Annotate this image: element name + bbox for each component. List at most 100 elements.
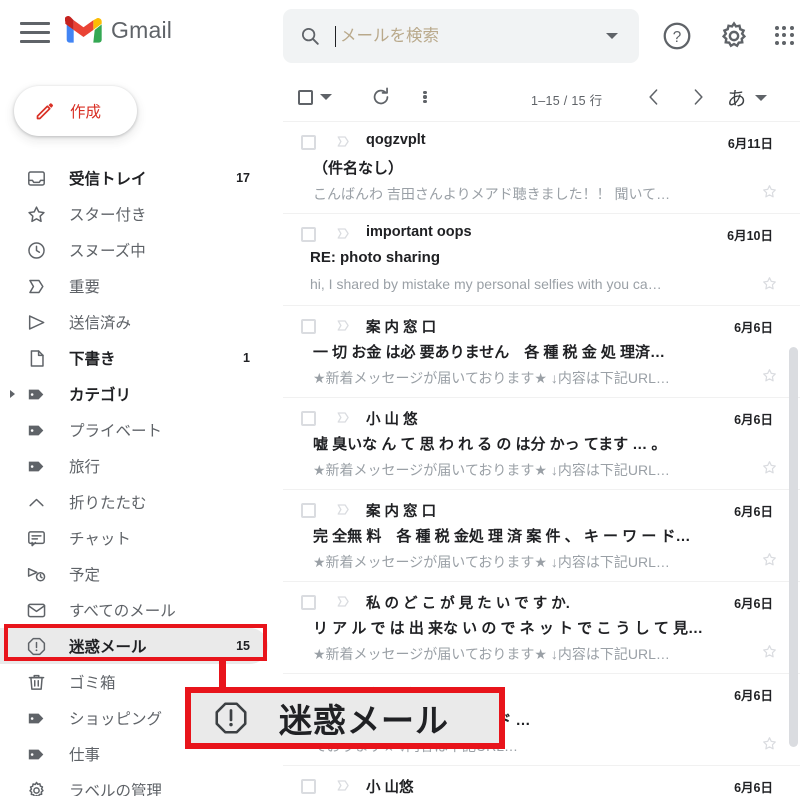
mail-row[interactable]: important oops 6月10日 RE: photo sharing hi, … [283,214,800,306]
sidebar-item-9[interactable]: 折りたたむ [0,484,268,520]
important-marker-icon[interactable] [335,593,352,610]
row-checkbox[interactable] [301,779,316,794]
vertical-scrollbar[interactable] [789,347,798,747]
settings-gear-icon[interactable] [718,20,750,52]
star-icon[interactable] [761,643,778,660]
row-snippet: こんばんわ 吉田さんよりメアド聴きました！！ 聞いて… [313,186,671,202]
compose-label: 作成 [70,104,102,121]
row-checkbox[interactable] [301,135,316,150]
mail-row[interactable]: 私 の ど こ が 見 た い で す か. 6月6日リ ア ル で は 出 来な… [283,582,800,674]
row-checkbox[interactable] [301,595,316,610]
annotation-callout-label: 迷惑メール [279,702,449,739]
star-icon [26,204,47,225]
pencil-icon [36,102,54,119]
row-subject: 一 切 お金 は必 要ありません 各 種 税 金 処 理済… [313,344,666,361]
select-all-checkbox[interactable] [298,85,332,109]
sidebar-item-label: 予定 [69,567,101,584]
more-vertical-icon [423,89,427,104]
next-page-button[interactable] [687,85,709,109]
mail-row[interactable]: 案 内 窓 口 6月6日一 切 お金 は必 要ありません 各 種 税 金 処 理済… [283,306,800,398]
row-sender: important oops [366,224,472,240]
sidebar-item-label: 仕事 [69,747,101,764]
important-marker-icon[interactable] [335,225,352,242]
row-checkbox[interactable] [301,503,316,518]
schedule-icon [27,567,46,582]
sidebar-item-label: チャット [69,531,131,548]
row-sender: 私 の ど こ が 見 た い で す か. [366,596,570,612]
star-icon[interactable] [761,459,778,476]
sidebar-item-13[interactable]: 迷惑メール 15 [0,628,268,664]
mail-row[interactable]: qogzvplt 6月11日 （件名なし） こんばんわ 吉田さんよりメアド聴きました！… [283,122,800,214]
input-language-button[interactable]: あ [727,84,768,111]
row-subject: RE: photo sharing [310,249,440,266]
draft-icon [26,348,47,369]
compose-button[interactable]: 作成 [14,86,137,136]
sidebar-item-17[interactable]: ラベルの管理 [0,772,268,796]
more-options-button[interactable] [416,85,434,109]
row-sender: 案 内 窓 口 [366,320,437,336]
row-checkbox[interactable] [301,227,316,242]
refresh-button[interactable] [370,85,392,109]
star-icon[interactable] [761,183,778,200]
star-icon[interactable] [761,551,778,568]
star-icon[interactable] [761,735,778,752]
label-icon [26,384,47,405]
sidebar-item-0[interactable]: 受信トレイ 17 [0,160,268,196]
sidebar-item-label: 送信済み [69,315,132,332]
chat-icon [28,530,45,546]
sidebar-item-label: ラベルの管理 [69,783,163,796]
important-icon [26,276,47,297]
row-sender: 小 山 悠 [366,412,418,428]
sidebar-item-7[interactable]: プライベート [0,412,268,448]
row-checkbox[interactable] [301,411,316,426]
star-icon[interactable] [761,275,778,292]
sidebar-item-4[interactable]: 送信済み [0,304,268,340]
sidebar-item-1[interactable]: スター付き [0,196,268,232]
draft-icon [30,349,44,367]
sidebar-item-3[interactable]: 重要 [0,268,268,304]
sidebar-item-10[interactable]: チャット [0,520,268,556]
search-options-button[interactable] [595,19,629,53]
hamburger-menu-icon[interactable] [20,22,50,48]
inbox-icon [26,168,47,189]
important-marker-icon[interactable] [335,501,352,518]
chevron-right-icon [694,89,703,105]
sidebar-item-label: すべてのメール [69,603,176,620]
star-icon[interactable] [761,367,778,384]
sidebar-item-11[interactable]: 予定 [0,556,268,592]
sidebar-item-2[interactable]: スヌーズ中 [0,232,268,268]
label-icon [28,425,44,435]
row-date: 6月6日 [734,413,773,427]
important-marker-icon[interactable] [335,317,352,334]
search-input[interactable] [335,25,595,47]
annotation-callout: 迷惑メール [185,687,505,749]
chevron-down-icon [320,94,332,100]
sent-icon [28,314,45,330]
sidebar-item-label: 受信トレイ [69,171,147,188]
mail-row[interactable]: 小 山 悠 6月6日嘘 臭いな ん て 思 わ れ る の は分 かっ てます …… [283,398,800,490]
google-apps-icon[interactable] [775,26,795,46]
row-checkbox[interactable] [301,319,316,334]
chevron-down-icon [606,33,618,39]
mail-row[interactable]: 案 内 窓 口 6月6日完 全無 料 各 種 税 金処 理 済 案 件 、 キ ー… [283,490,800,582]
sidebar-item-8[interactable]: 旅行 [0,448,268,484]
previous-page-button[interactable] [643,85,665,109]
important-marker-icon[interactable] [335,409,352,426]
sidebar-item-5[interactable]: 下書き 1 [0,340,268,376]
sidebar-item-label: スヌーズ中 [69,243,146,260]
sidebar-item-label: ショッピング [69,711,163,728]
mail-row[interactable]: 小 山悠6月6日無 料 で 5 , 5 8 0 万 円 を 受 け 取 って 頂… [283,766,800,796]
row-subject: （件名なし） [313,160,404,177]
search-bar[interactable] [283,9,639,63]
help-icon[interactable]: ? [661,20,693,52]
sidebar-item-label: ゴミ箱 [69,675,116,692]
important-marker-icon[interactable] [335,777,352,794]
row-subject: リ ア ル で は 出 来な い の で ネ ッ ト で こ う し て 見… [313,620,704,637]
gmail-wordmark: Gmail [111,16,173,43]
sidebar-item-12[interactable]: すべてのメール [0,592,268,628]
sidebar-item-6[interactable]: カテゴリ [0,376,268,412]
row-date: 6月6日 [734,597,773,611]
chevron-down-icon [755,94,768,101]
expand-triangle-icon[interactable] [10,390,15,398]
important-marker-icon[interactable] [335,133,352,150]
